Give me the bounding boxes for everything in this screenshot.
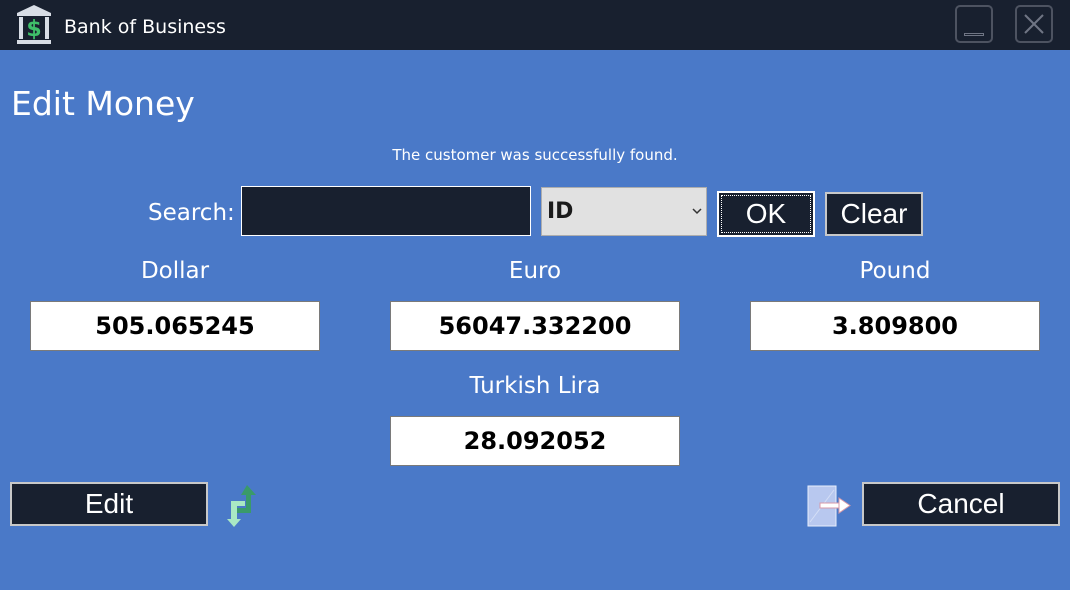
search-label: Search: — [148, 200, 235, 226]
euro-label: Euro — [508, 258, 562, 284]
status-message: The customer was successfully found. — [392, 146, 678, 164]
pound-field[interactable]: 3.809800 — [750, 301, 1040, 351]
close-button[interactable] — [1015, 5, 1053, 43]
edit-button[interactable]: Edit — [10, 482, 208, 526]
euro-field[interactable]: 56047.332200 — [390, 301, 680, 351]
pound-label: Pound — [859, 258, 931, 284]
dollar-label: Dollar — [140, 258, 210, 284]
minimize-button[interactable] — [955, 5, 993, 43]
search-type-select[interactable]: ID — [541, 187, 707, 236]
dollar-field[interactable]: 505.065245 — [30, 301, 320, 351]
search-input[interactable] — [241, 186, 531, 236]
chevron-down-icon — [692, 208, 702, 215]
search-type-value: ID — [547, 199, 574, 224]
close-icon — [1024, 14, 1044, 34]
minimize-icon — [964, 33, 984, 36]
svg-text:$: $ — [26, 17, 41, 42]
app-title: Bank of Business — [64, 16, 226, 38]
turkish-lira-field[interactable]: 28.092052 — [390, 416, 680, 466]
swap-arrows-icon[interactable] — [225, 483, 259, 529]
page-title: Edit Money — [11, 84, 195, 123]
ok-button[interactable]: OK — [717, 191, 815, 237]
exit-door-icon[interactable] — [806, 484, 852, 528]
clear-button[interactable]: Clear — [825, 192, 923, 236]
bank-dollar-icon: $ — [17, 5, 51, 44]
turkish-lira-label: Turkish Lira — [469, 373, 601, 399]
cancel-button[interactable]: Cancel — [862, 482, 1060, 526]
title-bar: $ Bank of Business — [0, 0, 1070, 50]
